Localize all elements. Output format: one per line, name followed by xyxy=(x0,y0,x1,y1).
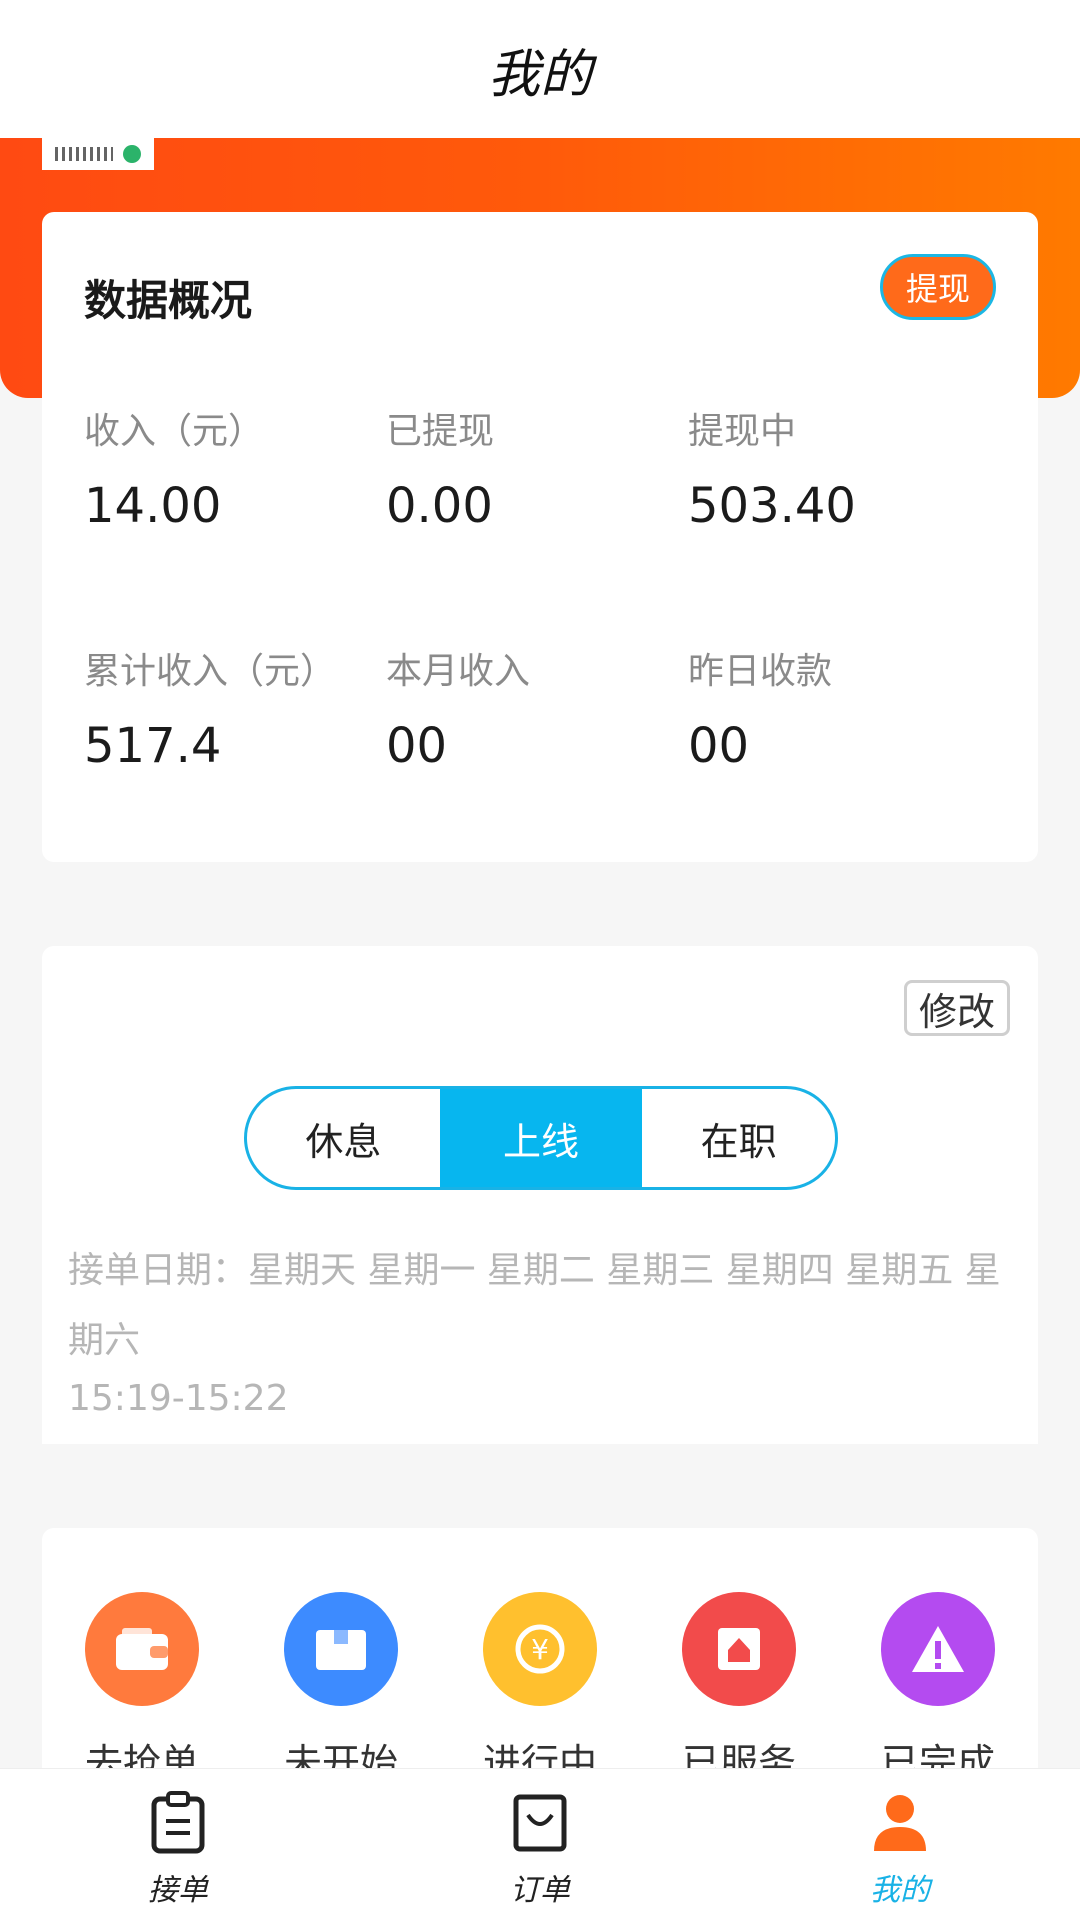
stat-label: 收入（元） xyxy=(84,411,265,452)
yuan-cycle-icon: ¥ xyxy=(483,1592,597,1706)
mini-program-icon xyxy=(123,145,141,163)
order-grab-entry[interactable]: 去抢单 xyxy=(62,1592,222,1787)
stat-value: 14.00 xyxy=(84,478,222,534)
tab-label: 接单 xyxy=(148,1873,208,1908)
stat-withdrawn: 已提现 0.00 xyxy=(386,402,688,534)
stat-withdrawing: 提现中 503.40 xyxy=(688,402,990,534)
stat-income: 收入（元） 14.00 xyxy=(84,402,386,534)
stats-grid: 收入（元） 14.00 已提现 0.00 提现中 503.40 累计收入（元） … xyxy=(84,402,996,774)
stat-label: 提现中 xyxy=(688,411,797,452)
order-days-text: 接单日期：星期天 星期一 星期二 星期三 星期四 星期五 星期六 xyxy=(68,1250,1001,1361)
stat-total-income: 累计收入（元） 517.4 xyxy=(84,642,386,774)
stat-label: 累计收入（元） xyxy=(84,651,337,692)
bag-icon xyxy=(513,1794,567,1852)
order-completed-entry[interactable]: 已完成 xyxy=(858,1592,1018,1787)
withdraw-button[interactable]: 提现 xyxy=(880,254,996,320)
stat-value: 503.40 xyxy=(688,478,856,534)
stat-yesterday-receipts: 昨日收款 00 xyxy=(688,642,990,774)
order-served-entry[interactable]: 已服务 xyxy=(659,1592,819,1787)
stat-value: 00 xyxy=(688,718,750,774)
page-title: 我的 xyxy=(487,44,592,105)
box-icon xyxy=(284,1592,398,1706)
work-schedule-card: 修改 休息 上线 在职 接单日期：星期天 星期一 星期二 星期三 星期四 星期五… xyxy=(42,946,1038,1444)
top-navigation-bar: 我的 xyxy=(0,0,1080,138)
tab-label: 订单 xyxy=(510,1873,570,1908)
stat-value: 0.00 xyxy=(386,478,493,534)
clipboard-icon xyxy=(151,1791,205,1854)
warning-icon xyxy=(881,1592,995,1706)
qr-pattern xyxy=(55,147,113,161)
qr-code-thumbnail[interactable] xyxy=(42,138,154,170)
stat-value: 00 xyxy=(386,718,448,774)
tab-mine[interactable]: 我的 xyxy=(840,1791,960,1909)
status-option-online[interactable]: 上线 xyxy=(439,1089,643,1187)
stat-month-income: 本月收入 00 xyxy=(386,642,688,774)
order-time-range: 15:19-15:22 xyxy=(68,1378,289,1419)
stat-value: 517.4 xyxy=(84,718,222,774)
stat-label: 已提现 xyxy=(386,411,495,452)
order-in-progress-entry[interactable]: ¥ 进行中 xyxy=(460,1592,620,1787)
tab-orders[interactable]: 订单 xyxy=(480,1791,600,1909)
status-segmented-control: 休息 上线 在职 xyxy=(244,1086,838,1190)
tab-accept-orders[interactable]: 接单 xyxy=(118,1791,238,1909)
overview-title: 数据概况 xyxy=(84,276,253,325)
tab-label: 我的 xyxy=(870,1873,930,1908)
wallet-icon xyxy=(85,1592,199,1706)
modify-button[interactable]: 修改 xyxy=(904,980,1010,1036)
bottom-tab-bar: 接单 订单 我的 xyxy=(0,1768,1080,1921)
stat-label: 本月收入 xyxy=(386,651,531,692)
stat-label: 昨日收款 xyxy=(688,651,833,692)
svg-text:¥: ¥ xyxy=(531,1633,549,1666)
data-overview-card: 数据概况 提现 收入（元） 14.00 已提现 0.00 提现中 503.40 … xyxy=(42,212,1038,862)
status-option-rest[interactable]: 休息 xyxy=(247,1089,440,1187)
status-option-employed[interactable]: 在职 xyxy=(642,1089,835,1187)
order-not-started-entry[interactable]: 未开始 xyxy=(261,1592,421,1787)
user-icon xyxy=(874,1795,926,1851)
home-alert-icon xyxy=(682,1592,796,1706)
